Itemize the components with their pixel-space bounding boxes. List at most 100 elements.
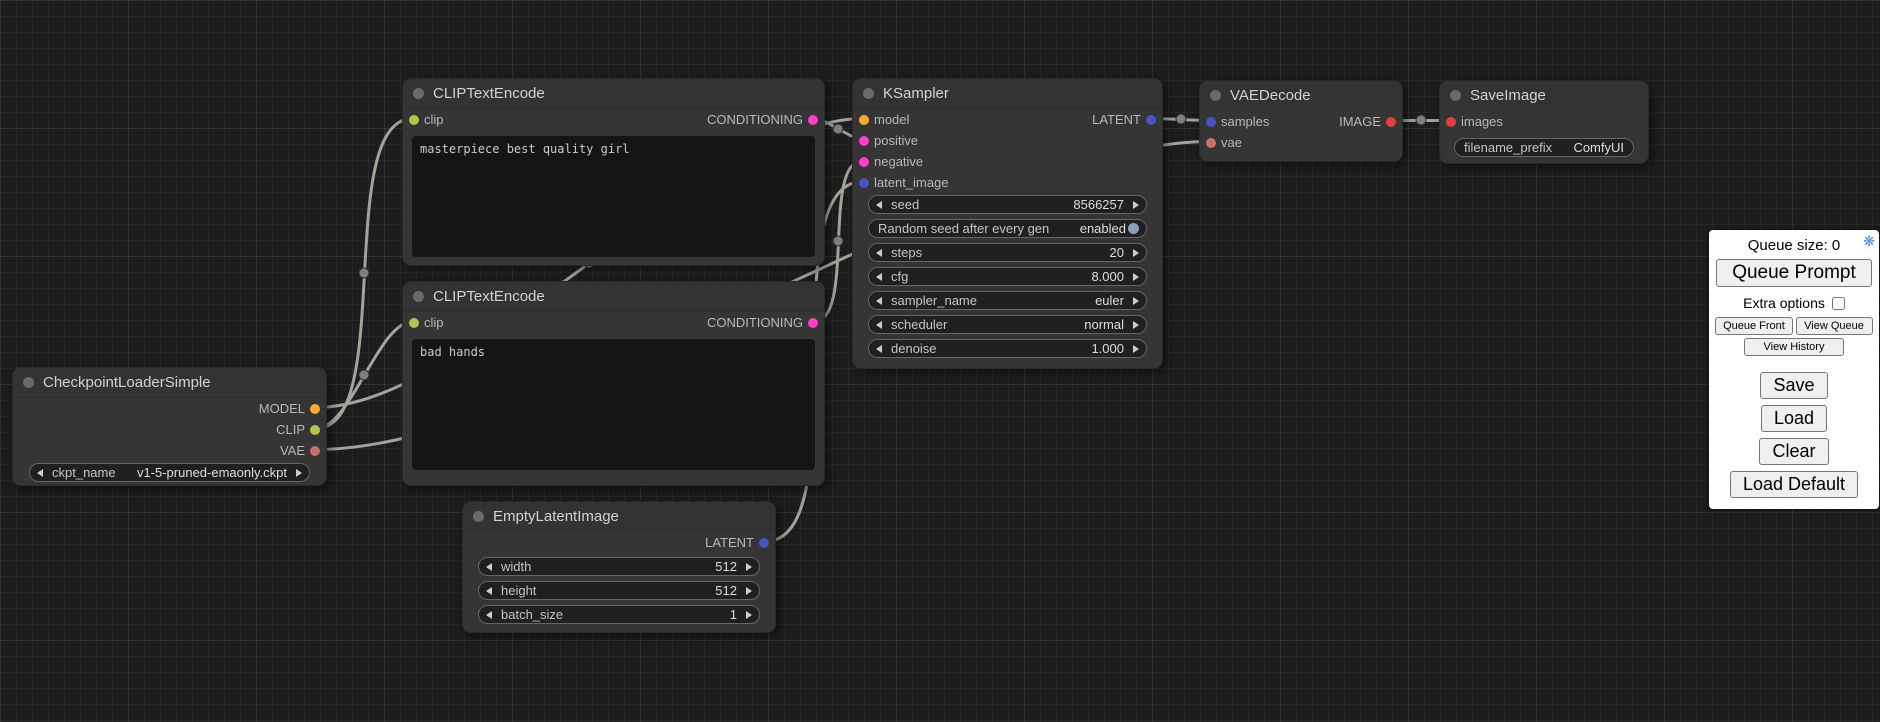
output-label-latent: LATENT [705, 535, 754, 550]
latent-image-input-port[interactable] [859, 178, 869, 188]
extra-options-label: Extra options [1743, 295, 1825, 311]
scheduler-widget[interactable]: scheduler normal [868, 315, 1147, 334]
node-title-bar[interactable]: CLIPTextEncode [403, 282, 824, 312]
decrement-arrow-icon[interactable] [876, 345, 882, 353]
node-title-bar[interactable]: SaveImage [1440, 81, 1648, 111]
settings-icon[interactable]: ❋ [1863, 233, 1875, 250]
clear-button[interactable]: Clear [1759, 438, 1828, 465]
input-label-images: images [1461, 114, 1503, 129]
node-clip-text-encode-positive[interactable]: CLIPTextEncode clip CONDITIONING masterp… [402, 78, 825, 266]
increment-arrow-icon[interactable] [1133, 345, 1139, 353]
negative-prompt-textarea[interactable]: bad hands [412, 339, 815, 470]
conditioning-output-port[interactable] [808, 318, 818, 328]
positive-input-port[interactable] [859, 136, 869, 146]
decrement-arrow-icon[interactable] [876, 201, 882, 209]
node-title-bar[interactable]: CheckpointLoaderSimple [13, 368, 326, 398]
slot-row: positive [853, 130, 1162, 151]
sampler-name-widget[interactable]: sampler_name euler [868, 291, 1147, 310]
node-collapse-dot-icon[interactable] [1450, 90, 1461, 101]
latent-output-port[interactable] [1146, 115, 1156, 125]
batch-size-widget[interactable]: batch_size 1 [478, 605, 760, 624]
model-output-port[interactable] [310, 404, 320, 414]
prev-value-arrow-icon[interactable] [876, 321, 882, 329]
queue-front-button[interactable]: Queue Front [1715, 317, 1792, 335]
next-value-arrow-icon[interactable] [1133, 297, 1139, 305]
prev-value-arrow-icon[interactable] [37, 469, 43, 477]
input-label-negative: negative [874, 154, 923, 169]
node-graph-canvas[interactable]: CheckpointLoaderSimple MODEL CLIP VAE ck… [0, 0, 1880, 722]
vae-output-port[interactable] [310, 446, 320, 456]
model-input-port[interactable] [859, 115, 869, 125]
decrement-arrow-icon[interactable] [486, 563, 492, 571]
steps-widget[interactable]: steps 20 [868, 243, 1147, 262]
comfy-menu-panel: Queue size: 0 ❋ Queue Prompt Extra optio… [1709, 230, 1879, 509]
node-clip-text-encode-negative[interactable]: CLIPTextEncode clip CONDITIONING bad han… [402, 281, 825, 486]
node-collapse-dot-icon[interactable] [413, 291, 424, 302]
random-seed-toggle-widget[interactable]: Random seed after every gen enabled [868, 219, 1147, 238]
increment-arrow-icon[interactable] [1133, 273, 1139, 281]
output-label-vae: VAE [280, 443, 305, 458]
increment-arrow-icon[interactable] [746, 587, 752, 595]
node-title-bar[interactable]: CLIPTextEncode [403, 79, 824, 109]
width-widget[interactable]: width 512 [478, 557, 760, 576]
increment-arrow-icon[interactable] [1133, 249, 1139, 257]
extra-options-checkbox[interactable] [1832, 297, 1845, 310]
node-title-bar[interactable]: EmptyLatentImage [463, 502, 775, 532]
node-ksampler[interactable]: KSampler model LATENT positive negative [852, 78, 1163, 369]
queue-prompt-button[interactable]: Queue Prompt [1716, 259, 1872, 287]
load-button[interactable]: Load [1761, 405, 1827, 432]
prev-value-arrow-icon[interactable] [876, 297, 882, 305]
link-midpoint-dot [833, 236, 843, 246]
clip-input-port[interactable] [409, 318, 419, 328]
widget-value: 512 [715, 583, 737, 598]
height-widget[interactable]: height 512 [478, 581, 760, 600]
node-title: SaveImage [1470, 87, 1546, 104]
negative-input-port[interactable] [859, 157, 869, 167]
node-collapse-dot-icon[interactable] [413, 88, 424, 99]
seed-widget[interactable]: seed 8566257 [868, 195, 1147, 214]
decrement-arrow-icon[interactable] [486, 587, 492, 595]
increment-arrow-icon[interactable] [746, 563, 752, 571]
next-value-arrow-icon[interactable] [296, 469, 302, 477]
save-button[interactable]: Save [1760, 372, 1827, 399]
node-save-image[interactable]: SaveImage images filename_prefix ComfyUI [1439, 80, 1649, 164]
increment-arrow-icon[interactable] [746, 611, 752, 619]
slot-row: negative [853, 151, 1162, 172]
node-collapse-dot-icon[interactable] [473, 511, 484, 522]
node-collapse-dot-icon[interactable] [863, 88, 874, 99]
link-midpoint-dot [1176, 114, 1186, 124]
node-collapse-dot-icon[interactable] [23, 377, 34, 388]
increment-arrow-icon[interactable] [1133, 201, 1139, 209]
conditioning-output-port[interactable] [808, 115, 818, 125]
cfg-widget[interactable]: cfg 8.000 [868, 267, 1147, 286]
node-title-bar[interactable]: VAEDecode [1200, 81, 1402, 111]
node-checkpoint-loader-simple[interactable]: CheckpointLoaderSimple MODEL CLIP VAE ck… [12, 367, 327, 486]
ckpt-name-widget[interactable]: ckpt_name v1-5-pruned-emaonly.ckpt [29, 463, 310, 482]
positive-prompt-textarea[interactable]: masterpiece best quality girl [412, 136, 815, 257]
load-default-button[interactable]: Load Default [1730, 471, 1858, 498]
images-input-port[interactable] [1446, 117, 1456, 127]
node-collapse-dot-icon[interactable] [1210, 90, 1221, 101]
view-history-button[interactable]: View History [1744, 338, 1844, 356]
decrement-arrow-icon[interactable] [486, 611, 492, 619]
next-value-arrow-icon[interactable] [1133, 321, 1139, 329]
view-queue-button[interactable]: View Queue [1796, 317, 1873, 335]
widget-label: Random seed after every gen [878, 221, 1049, 236]
clip-output-port[interactable] [310, 425, 320, 435]
node-title-bar[interactable]: KSampler [853, 79, 1162, 109]
toggle-on-dot-icon[interactable] [1128, 223, 1139, 234]
decrement-arrow-icon[interactable] [876, 273, 882, 281]
slot-row: images [1440, 111, 1648, 132]
image-output-port[interactable] [1386, 117, 1396, 127]
latent-output-port[interactable] [759, 538, 769, 548]
samples-input-port[interactable] [1206, 117, 1216, 127]
filename-prefix-widget[interactable]: filename_prefix ComfyUI [1454, 138, 1634, 157]
widget-value: ComfyUI [1573, 140, 1624, 155]
node-empty-latent-image[interactable]: EmptyLatentImage LATENT width 512 height… [462, 501, 776, 633]
clip-input-port[interactable] [409, 115, 419, 125]
node-vae-decode[interactable]: VAEDecode samples IMAGE vae [1199, 80, 1403, 162]
denoise-widget[interactable]: denoise 1.000 [868, 339, 1147, 358]
widget-label: steps [891, 245, 922, 260]
decrement-arrow-icon[interactable] [876, 249, 882, 257]
vae-input-port[interactable] [1206, 138, 1216, 148]
